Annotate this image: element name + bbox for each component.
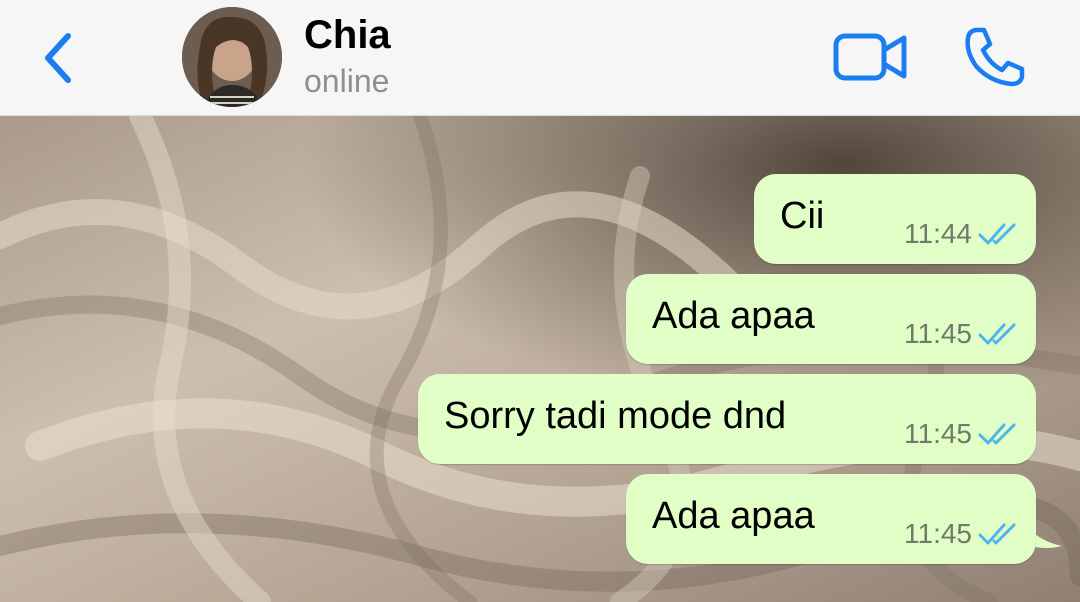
- message-bubble-outgoing[interactable]: Sorry tadi mode dnd 11:45: [418, 374, 1036, 464]
- chat-screen: Chia online Cii 11:44 Ada apaa 11:45 Sor…: [0, 0, 1080, 602]
- back-button[interactable]: [36, 30, 80, 86]
- double-check-icon: [978, 523, 1016, 545]
- video-call-button[interactable]: [832, 30, 910, 84]
- message-text: Ada apaa: [652, 495, 815, 537]
- message-text: Cii: [780, 195, 825, 237]
- message-time: 11:44: [904, 218, 972, 249]
- message-meta: 11:45: [904, 518, 1022, 550]
- message-time: 11:45: [904, 318, 972, 349]
- message-meta: 11:45: [904, 318, 1022, 350]
- double-check-icon: [978, 223, 1016, 245]
- chat-area[interactable]: Cii 11:44 Ada apaa 11:45 Sorry tadi mode…: [0, 116, 1080, 602]
- message-meta: 11:45: [904, 418, 1022, 450]
- message-meta: 11:44: [904, 218, 1022, 250]
- video-camera-icon: [833, 33, 907, 81]
- contact-name[interactable]: Chia: [304, 12, 391, 58]
- double-check-icon: [978, 323, 1016, 345]
- message-time: 11:45: [904, 518, 972, 549]
- avatar[interactable]: [182, 7, 282, 107]
- message-time: 11:45: [904, 418, 972, 449]
- message-text: Ada apaa: [652, 295, 815, 337]
- voice-call-button[interactable]: [962, 26, 1026, 88]
- chat-header: Chia online: [0, 0, 1080, 116]
- message-bubble-outgoing[interactable]: Ada apaa 11:45: [626, 474, 1036, 564]
- avatar-image: [182, 7, 282, 107]
- message-text: Sorry tadi mode dnd: [444, 395, 787, 437]
- double-check-icon: [978, 423, 1016, 445]
- contact-status: online: [304, 63, 390, 99]
- message-bubble-outgoing[interactable]: Cii 11:44: [754, 174, 1036, 264]
- message-bubble-outgoing[interactable]: Ada apaa 11:45: [626, 274, 1036, 364]
- chevron-left-icon: [45, 33, 71, 83]
- phone-icon: [965, 27, 1025, 87]
